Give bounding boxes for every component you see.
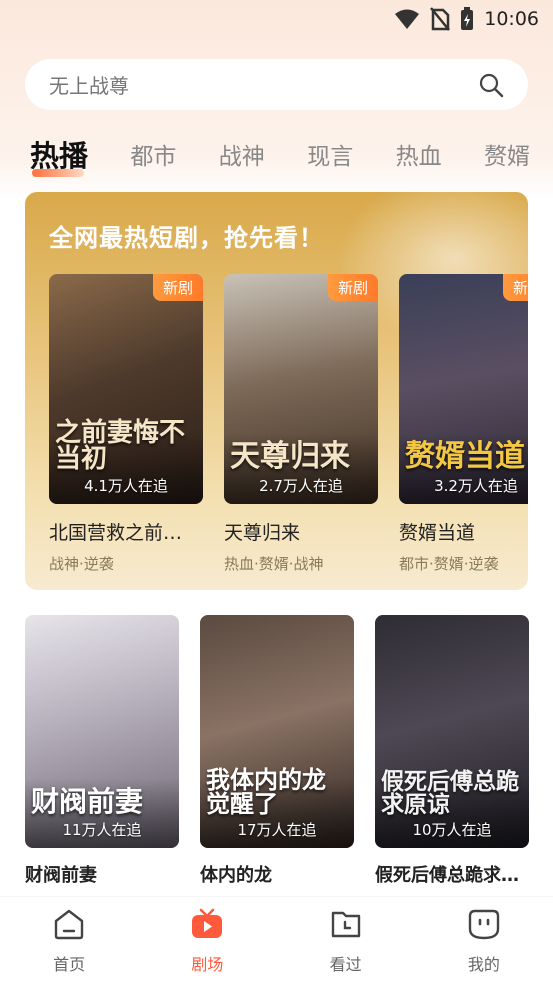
poster-title-art: 财阀前妻 [31, 785, 144, 818]
nav-label[interactable]: 剧场 [191, 951, 223, 975]
poster-image[interactable]: 天尊归来 新剧 2.7万人在追 [224, 274, 378, 504]
watch-count: 11万人在追 [62, 821, 142, 839]
poster-image[interactable]: 财阀前妻 11万人在追 [25, 615, 179, 848]
tab-hot[interactable]: 热播 [30, 133, 88, 177]
nav-label[interactable]: 看过 [330, 951, 362, 975]
poster-image[interactable]: 我体内的龙觉醒了 17万人在追 [200, 615, 354, 848]
poster-title-art: 我体内的龙觉醒了 [206, 765, 326, 818]
home-icon[interactable] [52, 907, 86, 941]
tab-war-god[interactable]: 战神 [219, 137, 265, 171]
status-icons: 10:06 [394, 6, 539, 32]
theater-icon[interactable] [190, 907, 224, 941]
poster-title-art: 假死后傅总跪求原谅 [381, 768, 519, 818]
item-title[interactable]: 赘婿当道 [399, 518, 528, 545]
history-icon[interactable] [329, 907, 363, 941]
item-title[interactable]: 天尊归来 [224, 518, 376, 545]
new-badge: 新剧 [328, 274, 378, 301]
tab-modern-romance[interactable]: 现言 [307, 137, 353, 171]
poster-image[interactable]: 赘婿当道 新剧 3.2万人在追 [399, 274, 528, 504]
category-tabs: 热播 都市 战神 现言 热血 赘婿 [30, 130, 530, 178]
nav-label[interactable]: 首页 [53, 951, 85, 975]
watch-count: 10万人在追 [412, 821, 492, 839]
featured-list: 之前妻悔不当初 新剧 4.1万人在追 北国营救之前妻悔不当初 战神·逆袭 天尊归… [49, 274, 528, 574]
item-title[interactable]: 北国营救之前妻悔不当初 [49, 518, 201, 545]
nav-label[interactable]: 我的 [468, 951, 500, 975]
featured-item[interactable]: 赘婿当道 新剧 3.2万人在追 赘婿当道 都市·赘婿·逆袭 [399, 274, 528, 574]
nav-profile[interactable]: 我的 [444, 907, 524, 975]
watch-count: 2.7万人在追 [259, 477, 343, 495]
nav-theater[interactable]: 剧场 [167, 907, 247, 975]
drama-card[interactable]: 财阀前妻 11万人在追 财阀前妻 [25, 615, 179, 893]
poster-image[interactable]: 假死后傅总跪求原谅 10万人在追 [375, 615, 529, 848]
poster-title-art: 赘婿当道 [405, 439, 525, 474]
nav-history[interactable]: 看过 [306, 907, 386, 975]
watch-count: 4.1万人在追 [84, 477, 168, 495]
poster-title-art: 之前妻悔不当初 [55, 418, 186, 474]
tab-city[interactable]: 都市 [130, 137, 176, 171]
featured-item[interactable]: 天尊归来 新剧 2.7万人在追 天尊归来 热血·赘婿·战神 [224, 274, 378, 574]
poster-image[interactable]: 之前妻悔不当初 新剧 4.1万人在追 [49, 274, 203, 504]
wifi-icon [395, 9, 420, 29]
status-bar: 10:06 [0, 0, 553, 40]
card-title[interactable]: 假死后傅总跪求原谅 [375, 861, 529, 887]
no-sim-icon [430, 7, 451, 31]
featured-item[interactable]: 之前妻悔不当初 新剧 4.1万人在追 北国营救之前妻悔不当初 战神·逆袭 [49, 274, 203, 574]
card-title[interactable]: 体内的龙 [200, 861, 354, 887]
nav-home[interactable]: 首页 [29, 907, 109, 975]
drama-card[interactable]: 我体内的龙觉醒了 17万人在追 体内的龙 [200, 615, 354, 893]
search-placeholder[interactable]: 无上战尊 [49, 70, 478, 99]
status-time: 10:06 [484, 8, 539, 30]
card-title[interactable]: 财阀前妻 [25, 861, 179, 887]
watch-count: 17万人在追 [237, 821, 317, 839]
profile-icon[interactable] [467, 907, 501, 941]
battery-icon [461, 7, 474, 30]
tab-passion[interactable]: 热血 [396, 137, 442, 171]
search-bar[interactable]: 无上战尊 [25, 59, 528, 110]
item-tags: 热血·赘婿·战神 [224, 555, 324, 573]
drama-card[interactable]: 假死后傅总跪求原谅 10万人在追 假死后傅总跪求原谅 [375, 615, 529, 893]
item-tags: 战神·逆袭 [49, 555, 114, 573]
new-badge: 新剧 [153, 274, 203, 301]
featured-section: 全网最热短剧，抢先看！ 之前妻悔不当初 新剧 4.1万人在追 北国营救之前妻悔不… [25, 192, 528, 590]
bottom-nav: 首页 剧场 看过 我的 [0, 897, 553, 983]
watch-count: 3.2万人在追 [434, 477, 518, 495]
new-badge: 新剧 [503, 274, 528, 301]
item-tags: 都市·赘婿·逆袭 [399, 555, 499, 573]
search-icon[interactable] [478, 72, 504, 98]
poster-title-art: 天尊归来 [230, 439, 350, 474]
featured-title: 全网最热短剧，抢先看！ [49, 224, 324, 252]
tab-son-in-law[interactable]: 赘婿 [484, 137, 530, 171]
